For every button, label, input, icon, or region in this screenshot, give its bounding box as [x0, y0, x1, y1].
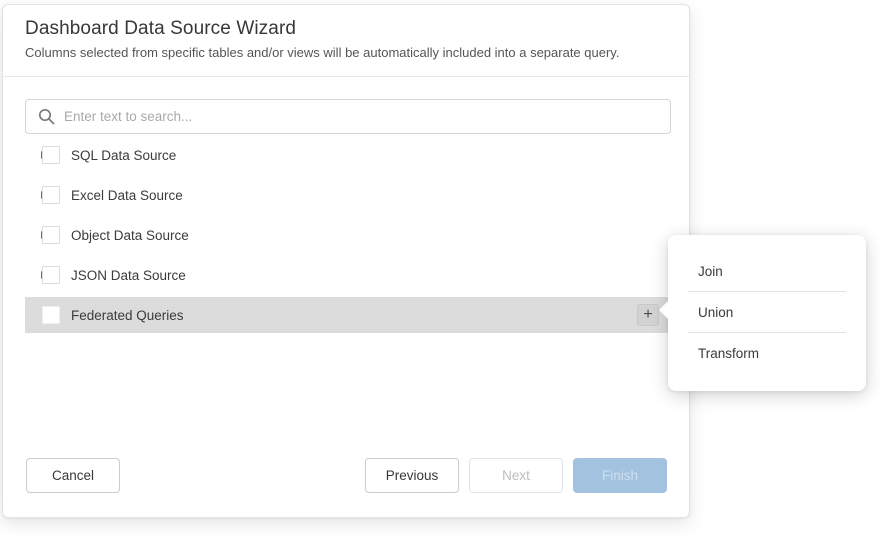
previous-button[interactable]: Previous [365, 458, 459, 493]
menu-item-transform[interactable]: Transform [668, 333, 866, 373]
search-box[interactable] [25, 99, 671, 134]
tree-item-label: SQL Data Source [71, 147, 177, 163]
cancel-button[interactable]: Cancel [26, 458, 120, 493]
tree-item-label: Excel Data Source [71, 187, 183, 203]
search-input[interactable] [64, 109, 660, 124]
add-query-button[interactable]: + [637, 304, 659, 326]
data-source-tree: SQL Data Source Excel Data Source Object… [25, 135, 671, 333]
tree-row-object-data-source[interactable]: Object Data Source [25, 215, 671, 255]
page-title: Dashboard Data Source Wizard [25, 18, 297, 39]
dialog-header: Dashboard Data Source Wizard Columns sel… [3, 5, 689, 77]
checkbox[interactable] [42, 146, 60, 164]
menu-item-join[interactable]: Join [668, 251, 866, 291]
checkbox[interactable] [42, 226, 60, 244]
tree-item-label: Object Data Source [71, 227, 189, 243]
checkbox[interactable] [42, 186, 60, 204]
popup-pointer-icon [659, 301, 668, 319]
checkbox[interactable] [42, 306, 60, 324]
dialog-content: SQL Data Source Excel Data Source Object… [3, 77, 689, 355]
tree-item-label: Federated Queries [71, 307, 184, 323]
next-button[interactable]: Next [469, 458, 563, 493]
data-source-wizard-dialog: Dashboard Data Source Wizard Columns sel… [2, 4, 690, 518]
dialog-footer: Cancel Previous Next Finish [26, 458, 667, 493]
checkbox[interactable] [42, 266, 60, 284]
tree-row-json-data-source[interactable]: JSON Data Source [25, 255, 671, 295]
add-query-context-menu: Join Union Transform [659, 235, 866, 391]
page-subtitle: Columns selected from specific tables an… [25, 45, 620, 60]
tree-row-sql-data-source[interactable]: SQL Data Source [25, 135, 671, 175]
tree-item-label: JSON Data Source [71, 267, 186, 283]
finish-button[interactable]: Finish [573, 458, 667, 493]
menu-item-union[interactable]: Union [668, 292, 866, 332]
tree-row-federated-queries[interactable]: Federated Queries + [25, 297, 671, 333]
search-icon [38, 108, 55, 125]
tree-row-excel-data-source[interactable]: Excel Data Source [25, 175, 671, 215]
plus-icon: + [643, 306, 653, 323]
